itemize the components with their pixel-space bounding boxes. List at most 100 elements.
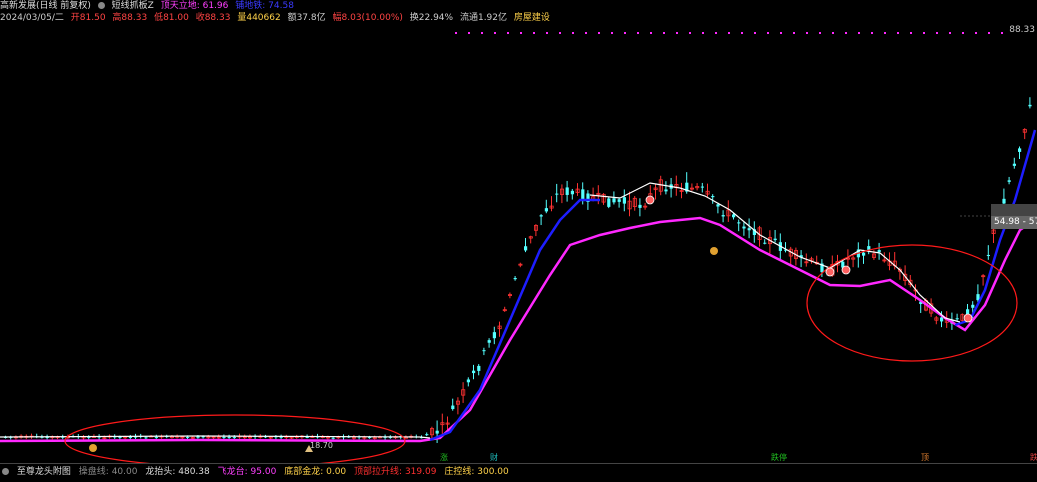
candle-body: [622, 197, 626, 204]
sub-panel-header: 至尊龙头附图 操盘线: 40.00 龙抬头: 480.38 飞龙台: 95.00…: [0, 463, 1037, 482]
top-signal-dot: [715, 32, 717, 34]
footer-item4-label: 底部金龙:: [284, 467, 324, 477]
candle-body: [425, 434, 429, 436]
candle-body: [721, 215, 725, 217]
top-signal-dot: [481, 32, 483, 34]
candle-body: [711, 196, 715, 198]
change-label: 幅8.03(10.00%): [332, 13, 403, 23]
buy-signal-marker: [841, 265, 851, 275]
candle-body: [737, 222, 741, 224]
date-label: 2024/03/05/二: [0, 13, 64, 23]
top-signal-dot: [767, 32, 769, 34]
footer-item6-value: 300.00: [477, 467, 509, 477]
footer-item5-label: 顶部拉升线:: [354, 467, 403, 477]
candle-body: [227, 436, 231, 438]
top-signal-dot: [793, 32, 795, 34]
price-axis-top-label: 88.33: [1007, 25, 1037, 35]
ind-label-b: 铺地铁:: [235, 1, 266, 11]
top-signal-dot: [533, 32, 535, 34]
bottom-signal-tag: 财: [490, 452, 498, 462]
candle-body: [742, 226, 746, 229]
top-signal-dot: [455, 32, 457, 34]
top-signal-dot: [936, 32, 938, 34]
candle-body: [862, 252, 866, 256]
candle-body: [1002, 198, 1006, 204]
candle-body: [940, 317, 944, 322]
bottom-signal-tag: 涨: [440, 452, 448, 462]
candle-body: [700, 186, 704, 188]
top-signal-dot: [650, 32, 652, 34]
footer-item3-label: 飞龙台:: [217, 467, 248, 477]
candle-body: [986, 254, 990, 256]
candle-body: [1007, 180, 1011, 182]
footer-item2-value: 480.38: [178, 467, 210, 477]
top-signal-dot: [819, 32, 821, 34]
candle-body: [539, 215, 543, 217]
ind-value-b: 74.58: [268, 1, 294, 11]
top-signal-dot: [988, 32, 990, 34]
candle-body: [492, 332, 496, 339]
candle-body: [186, 436, 190, 438]
candle-body: [482, 350, 486, 352]
top-signal-dot: [728, 32, 730, 34]
top-signal-dot: [923, 32, 925, 34]
top-signal-dot: [858, 32, 860, 34]
candle-body: [513, 278, 517, 280]
top-signal-dot: [663, 32, 665, 34]
volume-label: 量440662: [237, 13, 281, 23]
indicator-name[interactable]: 短线抓板Z: [112, 1, 154, 11]
top-signal-dot: [845, 32, 847, 34]
top-signal-dot: [546, 32, 548, 34]
top-signal-dot: [832, 32, 834, 34]
open-label: 开81.50: [70, 13, 106, 23]
indicator-settings-icon[interactable]: [97, 2, 105, 9]
top-signal-dot: [520, 32, 522, 34]
top-signal-dot: [754, 32, 756, 34]
top-signal-dot: [884, 32, 886, 34]
crosshair-price-label: 54.98 - 57.40: [991, 216, 1037, 229]
candle-body: [1012, 163, 1016, 166]
footer-item3-value: 95.00: [250, 467, 277, 477]
candle-body: [524, 246, 528, 251]
candle-body: [451, 405, 455, 410]
candle-body: [331, 437, 335, 439]
top-signal-dot: [780, 32, 782, 34]
sub-panel-settings-icon[interactable]: [2, 468, 9, 475]
top-signal-dot: [507, 32, 509, 34]
candle-body: [232, 437, 236, 439]
sub-panel-name[interactable]: 至尊龙头附图: [17, 467, 71, 477]
top-signal-dot: [871, 32, 873, 34]
footer-item6-label: 庄控线:: [444, 467, 475, 477]
candle-body: [570, 190, 574, 195]
candle-body: [555, 193, 559, 195]
top-signal-dot: [741, 32, 743, 34]
top-signal-dot: [468, 32, 470, 34]
footer-item4-value: 0.00: [326, 467, 347, 477]
top-signal-dot: [637, 32, 639, 34]
buy-signal-marker: [963, 313, 973, 323]
candle-body: [154, 437, 158, 439]
top-signal-dot: [962, 32, 964, 34]
candle-body: [477, 365, 481, 371]
top-signal-dot: [806, 32, 808, 34]
buy-signal-marker: [645, 195, 655, 205]
footer-item1-value: 40.00: [111, 467, 138, 477]
candlestick-chart[interactable]: 18.70 涨 财 跌停 顶 跌: [0, 24, 1037, 463]
turnover-label: 换22.94%: [409, 13, 454, 23]
sector-badge[interactable]: 房屋建设: [514, 13, 550, 23]
stock-title: 高新发展(日线 前复权): [0, 1, 91, 11]
candle-body: [435, 430, 439, 434]
footer-item5-value: 319.09: [404, 467, 437, 477]
candle-body: [472, 370, 476, 374]
amount-label: 额37.8亿: [287, 13, 326, 23]
candle-body: [466, 379, 470, 383]
top-signal-dot: [559, 32, 561, 34]
candle-body: [773, 238, 777, 241]
candle-body: [222, 436, 226, 438]
candle-body: [763, 242, 767, 244]
candle-body: [1018, 148, 1022, 152]
money-bag-icon: [710, 247, 718, 255]
candle-body: [664, 189, 668, 192]
fast-ma-line: [429, 198, 600, 442]
top-signal-dot: [676, 32, 678, 34]
